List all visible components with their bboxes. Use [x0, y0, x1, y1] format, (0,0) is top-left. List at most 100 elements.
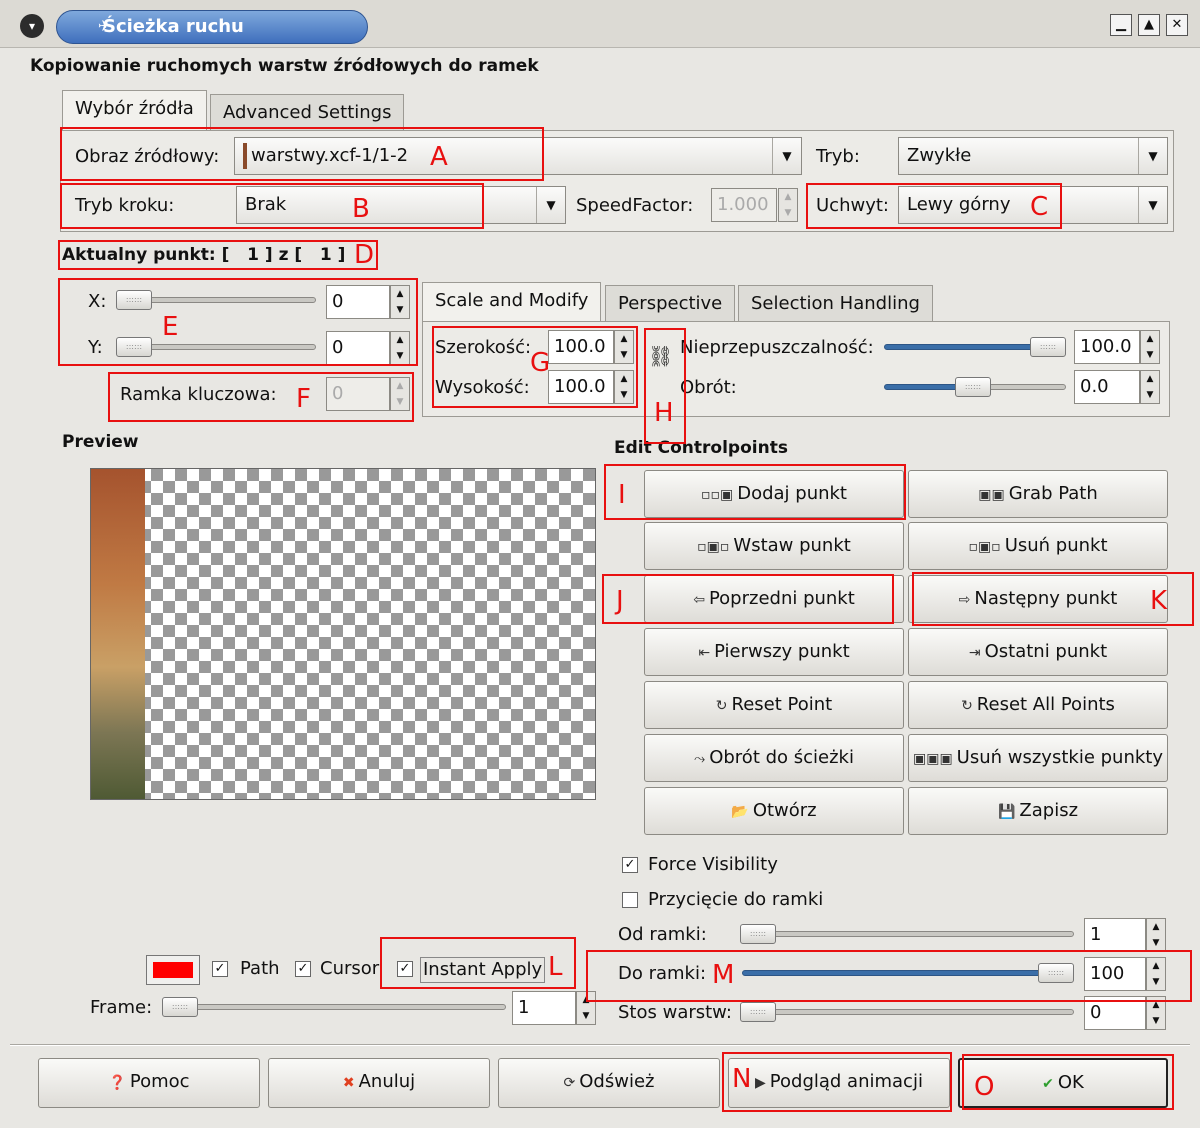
- annotation-box-e: [58, 278, 418, 366]
- last-point-label: Ostatni punkt: [984, 641, 1108, 662]
- help-button[interactable]: ❓ Pomoc: [38, 1058, 260, 1108]
- reset-all-icon: ↻: [961, 698, 973, 714]
- frame-input[interactable]: 1: [512, 991, 576, 1025]
- rotation-spin[interactable]: ▲ ▼: [1140, 370, 1160, 404]
- annotation-e: E: [162, 312, 179, 342]
- opacity-label: Nieprzepuszczalność:: [680, 337, 874, 358]
- from-frame-input[interactable]: 1: [1084, 918, 1146, 952]
- first-point-button[interactable]: ⇤ Pierwszy punkt: [644, 628, 904, 676]
- opacity-input[interactable]: 100.0: [1074, 330, 1140, 364]
- grab-path-label: Grab Path: [1008, 483, 1098, 504]
- annotation-d: D: [354, 240, 375, 270]
- mode-value: Zwykłe: [907, 145, 972, 166]
- annotation-g: G: [530, 348, 551, 378]
- tab-selection-handling[interactable]: Selection Handling: [738, 285, 933, 321]
- annotation-h: H: [654, 398, 674, 428]
- last-point-icon: ⇥: [968, 645, 981, 661]
- rotation-label: Obrót:: [680, 377, 737, 398]
- delete-all-icon: ▣▣▣: [912, 751, 953, 767]
- cursor-label: Cursor: [320, 958, 380, 979]
- clip-frame-checkbox[interactable]: [622, 892, 638, 908]
- tab-perspective[interactable]: Perspective: [605, 285, 736, 321]
- path-label: Path: [240, 958, 280, 979]
- from-frame-label: Od ramki:: [618, 924, 707, 945]
- path-checkbox[interactable]: ✓: [212, 961, 228, 977]
- speed-factor-input[interactable]: 1.000: [711, 188, 777, 222]
- insert-point-button[interactable]: ▫▣▫ Wstaw punkt: [644, 522, 904, 570]
- force-visibility-label: Force Visibility: [648, 854, 778, 875]
- reset-all-points-label: Reset All Points: [976, 694, 1115, 715]
- opacity-slider-thumb[interactable]: ::::::: [1030, 337, 1066, 357]
- open-button[interactable]: 📂 Otwórz: [644, 787, 904, 835]
- first-point-label: Pierwszy punkt: [714, 641, 850, 662]
- save-button[interactable]: 💾 Zapisz: [908, 787, 1168, 835]
- annotation-box-j: [602, 574, 894, 624]
- maximize-icon[interactable]: ▲: [1138, 14, 1160, 36]
- from-frame-spin[interactable]: ▲ ▼: [1146, 918, 1166, 952]
- help-icon: ❓: [108, 1075, 126, 1091]
- minimize-icon[interactable]: ▁: [1110, 14, 1132, 36]
- force-visibility-checkbox[interactable]: ✓: [622, 857, 638, 873]
- annotation-box-i: [604, 464, 906, 520]
- rotate-path-icon: ⤳: [694, 751, 706, 767]
- save-icon: 💾: [997, 804, 1016, 820]
- annotation-i: I: [618, 480, 626, 510]
- refresh-button[interactable]: ⟳ Odśwież: [498, 1058, 720, 1108]
- separator: [10, 1044, 1190, 1046]
- delete-point-button[interactable]: ▫▣▫ Usuń punkt: [908, 522, 1168, 570]
- cancel-button[interactable]: ✖ Anuluj: [268, 1058, 490, 1108]
- grab-path-button[interactable]: ▣▣ Grab Path: [908, 470, 1168, 518]
- frame-label: Frame:: [90, 997, 153, 1018]
- delete-all-points-button[interactable]: ▣▣▣ Usuń wszystkie punkty: [908, 734, 1168, 782]
- annotation-box-c: [806, 183, 1062, 229]
- window-menu-icon[interactable]: ▾: [20, 14, 44, 38]
- clip-frame-label: Przycięcie do ramki: [648, 889, 824, 910]
- annotation-a: A: [430, 142, 448, 172]
- insert-point-icon: ▫▣▫: [697, 539, 730, 555]
- app-icon: ✈: [98, 17, 111, 35]
- layer-stack-slider-thumb[interactable]: ::::::: [740, 1002, 776, 1022]
- preview-label: Preview: [62, 432, 139, 452]
- chevron-down-icon: ▼: [1138, 138, 1167, 174]
- dialog-heading: Kopiowanie ruchomych warstw źródłowych d…: [30, 56, 539, 76]
- annotation-o: O: [974, 1072, 995, 1102]
- from-frame-slider-thumb[interactable]: ::::::: [740, 924, 776, 944]
- layer-stack-slider[interactable]: [742, 1009, 1074, 1015]
- cancel-label: Anuluj: [358, 1071, 416, 1092]
- from-frame-slider[interactable]: [742, 931, 1074, 937]
- help-label: Pomoc: [129, 1071, 190, 1092]
- tab-scale-modify[interactable]: Scale and Modify: [422, 282, 602, 322]
- preview-canvas[interactable]: [90, 468, 596, 800]
- preview-layer-image: [91, 469, 145, 799]
- delete-all-points-label: Usuń wszystkie punkty: [956, 747, 1163, 768]
- annotation-k: K: [1150, 586, 1168, 616]
- annotation-f: F: [296, 384, 311, 414]
- tab-advanced[interactable]: Advanced Settings: [210, 94, 405, 130]
- refresh-icon: ⟳: [563, 1075, 576, 1091]
- path-color-button[interactable]: [146, 955, 200, 985]
- insert-point-label: Wstaw punkt: [733, 535, 851, 556]
- chevron-down-icon: ▼: [536, 187, 565, 223]
- cursor-checkbox[interactable]: ✓: [295, 961, 311, 977]
- folder-open-icon: 📂: [731, 804, 749, 820]
- frame-slider[interactable]: [166, 1004, 506, 1010]
- rotation-input[interactable]: 0.0: [1074, 370, 1140, 404]
- window-title-text: Ścieżka ruchu: [103, 16, 244, 37]
- annotation-box-b: [60, 183, 484, 229]
- frame-slider-thumb[interactable]: ::::::: [162, 997, 198, 1017]
- reset-all-points-button[interactable]: ↻ Reset All Points: [908, 681, 1168, 729]
- last-point-button[interactable]: ⇥ Ostatni punkt: [908, 628, 1168, 676]
- rotate-follow-path-button[interactable]: ⤳ Obrót do ścieżki: [644, 734, 904, 782]
- reset-point-button[interactable]: ↻ Reset Point: [644, 681, 904, 729]
- annotation-b: B: [352, 194, 370, 224]
- opacity-spin[interactable]: ▲ ▼: [1140, 330, 1160, 364]
- tab-source[interactable]: Wybór źródła: [62, 90, 207, 130]
- reset-point-label: Reset Point: [731, 694, 833, 715]
- rotation-slider-thumb[interactable]: ::::::: [955, 377, 991, 397]
- close-icon[interactable]: ✕: [1166, 14, 1188, 36]
- mode-combo[interactable]: Zwykłe ▼: [898, 137, 1168, 175]
- speed-factor-spin[interactable]: ▲ ▼: [778, 188, 798, 222]
- delete-point-icon: ▫▣▫: [968, 539, 1001, 555]
- rotation-slider[interactable]: [884, 384, 964, 390]
- first-point-icon: ⇤: [698, 645, 711, 661]
